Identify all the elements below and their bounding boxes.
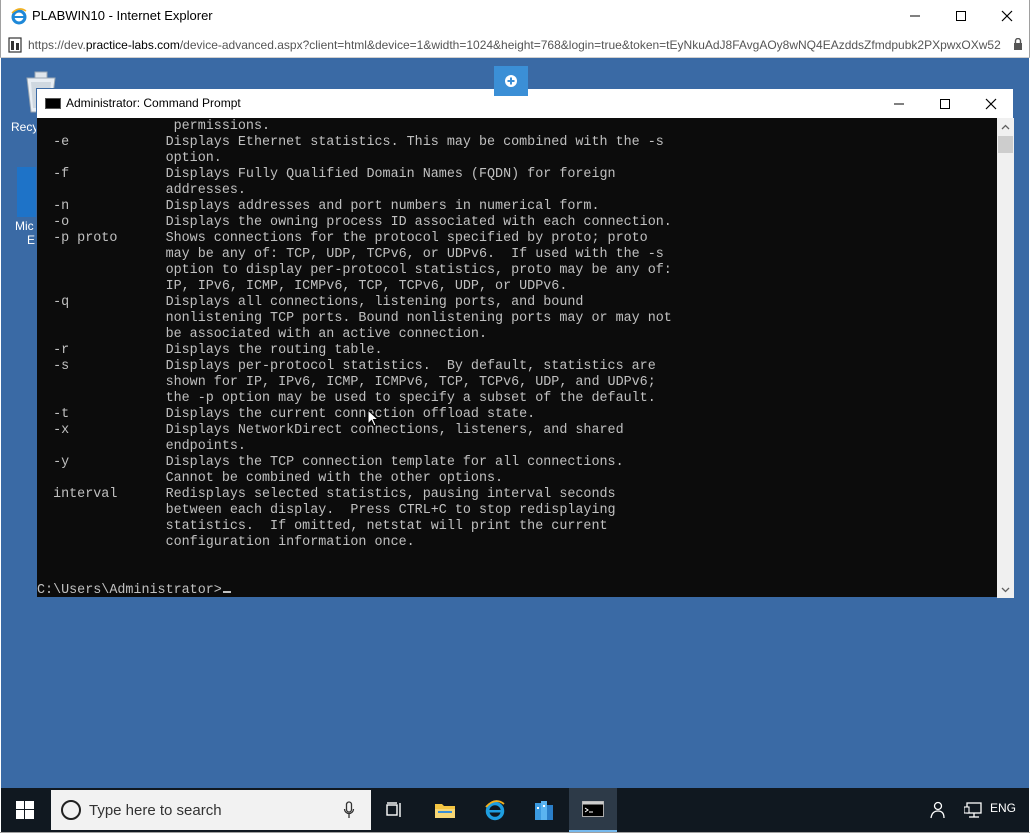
console-line: the -p option may be used to specify a s… [37, 391, 656, 406]
server-manager-button[interactable] [520, 788, 568, 832]
windows-logo-icon [16, 801, 34, 819]
console-line: -o Displays the owning process ID associ… [37, 215, 672, 230]
browser-minimize-button[interactable] [892, 0, 938, 32]
console-line: option. [37, 151, 222, 166]
console-line: -e Displays Ethernet statistics. This ma… [37, 135, 664, 150]
lock-icon [1014, 38, 1022, 50]
cmd-minimize-button[interactable] [876, 89, 922, 118]
start-button[interactable] [1, 788, 49, 832]
people-icon[interactable] [929, 801, 945, 819]
network-icon[interactable] [964, 802, 982, 818]
console-text: permissions. -e Displays Ethernet statis… [37, 119, 672, 598]
console-line: endpoints. [37, 439, 246, 454]
command-prompt-icon [582, 801, 604, 817]
minimize-icon [894, 103, 904, 104]
console-line: shown for IP, IPv6, ICMP, ICMPv6, TCP, T… [37, 375, 656, 390]
url-text[interactable]: https://dev.practice-labs.com/device-adv… [28, 38, 1008, 52]
command-prompt-window[interactable]: Administrator: Command Prompt permission… [36, 88, 1014, 598]
maximize-icon [956, 11, 966, 21]
command-prompt-taskbar-button[interactable] [569, 788, 617, 832]
text-cursor [222, 591, 231, 593]
url-path: /device-advanced.aspx?client=html&device… [179, 38, 1001, 52]
mouse-pointer-icon [367, 409, 379, 427]
task-view-button[interactable] [371, 788, 419, 832]
chevron-down-icon [1001, 587, 1010, 592]
console-line: IP, IPv6, ICMP, ICMPv6, TCP, TCPv6, UDP,… [37, 279, 568, 294]
console-line: be associated with an active connection. [37, 327, 487, 342]
input-language-indicator[interactable]: ENG [990, 801, 1016, 815]
address-bar[interactable]: https://dev.practice-labs.com/device-adv… [0, 32, 1030, 58]
browser-title: PLABWIN10 - Internet Explorer [32, 8, 213, 23]
console-line: addresses. [37, 183, 246, 198]
scroll-up-button[interactable] [997, 118, 1014, 135]
taskbar-search-box[interactable]: Type here to search [51, 790, 371, 830]
url-domain: practice-labs.com [85, 38, 180, 52]
browser-maximize-button[interactable] [938, 0, 984, 32]
close-icon [1001, 10, 1013, 22]
console-line: -x Displays NetworkDirect connections, l… [37, 423, 624, 438]
console-line: -p proto Shows connections for the proto… [37, 231, 648, 246]
console-line: configuration information once. [37, 535, 415, 550]
minimize-icon [910, 15, 920, 17]
console-output[interactable]: permissions. -e Displays Ethernet statis… [37, 118, 997, 598]
console-line: -t Displays the current connection offlo… [37, 407, 536, 422]
console-line: -q Displays all connections, listening p… [37, 295, 584, 310]
console-line: permissions. [37, 119, 271, 134]
scroll-down-button[interactable] [997, 581, 1014, 598]
command-prompt-icon [45, 98, 61, 109]
file-explorer-button[interactable] [421, 788, 469, 832]
plus-circle-icon [505, 75, 517, 87]
console-line: Cannot be combined with the other option… [37, 471, 504, 486]
console-line: -r Displays the routing table. [37, 343, 383, 358]
console-line: -y Displays the TCP connection template … [37, 455, 624, 470]
chevron-up-icon [1001, 124, 1010, 129]
cmd-title: Administrator: Command Prompt [66, 96, 241, 110]
maximize-icon [940, 98, 950, 109]
browser-close-button[interactable] [984, 0, 1030, 32]
task-view-icon [386, 802, 401, 817]
microphone-icon[interactable] [343, 801, 355, 819]
console-line: between each display. Press CTRL+C to st… [37, 503, 616, 518]
cmd-close-button[interactable] [968, 89, 1014, 118]
remote-session-menu-tab[interactable] [494, 66, 528, 96]
internet-explorer-button[interactable] [471, 788, 519, 832]
cmd-scrollbar[interactable] [997, 118, 1014, 598]
scroll-thumb[interactable] [998, 136, 1013, 153]
taskbar: Type here to search ENG [1, 788, 1029, 832]
console-line: -s Displays per-protocol statistics. By … [37, 359, 656, 374]
cortana-icon [61, 800, 81, 820]
search-placeholder: Type here to search [89, 802, 222, 819]
console-line: -n Displays addresses and port numbers i… [37, 199, 600, 214]
url-prefix: https://dev. [28, 38, 86, 52]
console-line: nonlistening TCP ports. Bound nonlisteni… [37, 311, 672, 326]
console-line: -f Displays Fully Qualified Domain Names… [37, 167, 616, 182]
browser-title-bar: PLABWIN10 - Internet Explorer [0, 0, 1030, 32]
console-line: may be any of: TCP, UDP, TCPv6, or UDPv6… [37, 247, 664, 262]
close-icon [985, 98, 997, 109]
console-line: C:\Users\Administrator> [37, 583, 672, 598]
page-icon [8, 37, 22, 53]
edge-icon[interactable] [17, 167, 37, 217]
internet-explorer-icon [485, 800, 505, 821]
console-line: interval Redisplays selected statistics,… [37, 487, 616, 502]
cmd-maximize-button[interactable] [922, 89, 968, 118]
console-line: option to display per-protocol statistic… [37, 263, 672, 278]
file-explorer-icon [435, 804, 455, 818]
server-manager-icon [535, 801, 553, 820]
console-line: statistics. If omitted, netstat will pri… [37, 519, 608, 534]
internet-explorer-icon [11, 8, 27, 25]
